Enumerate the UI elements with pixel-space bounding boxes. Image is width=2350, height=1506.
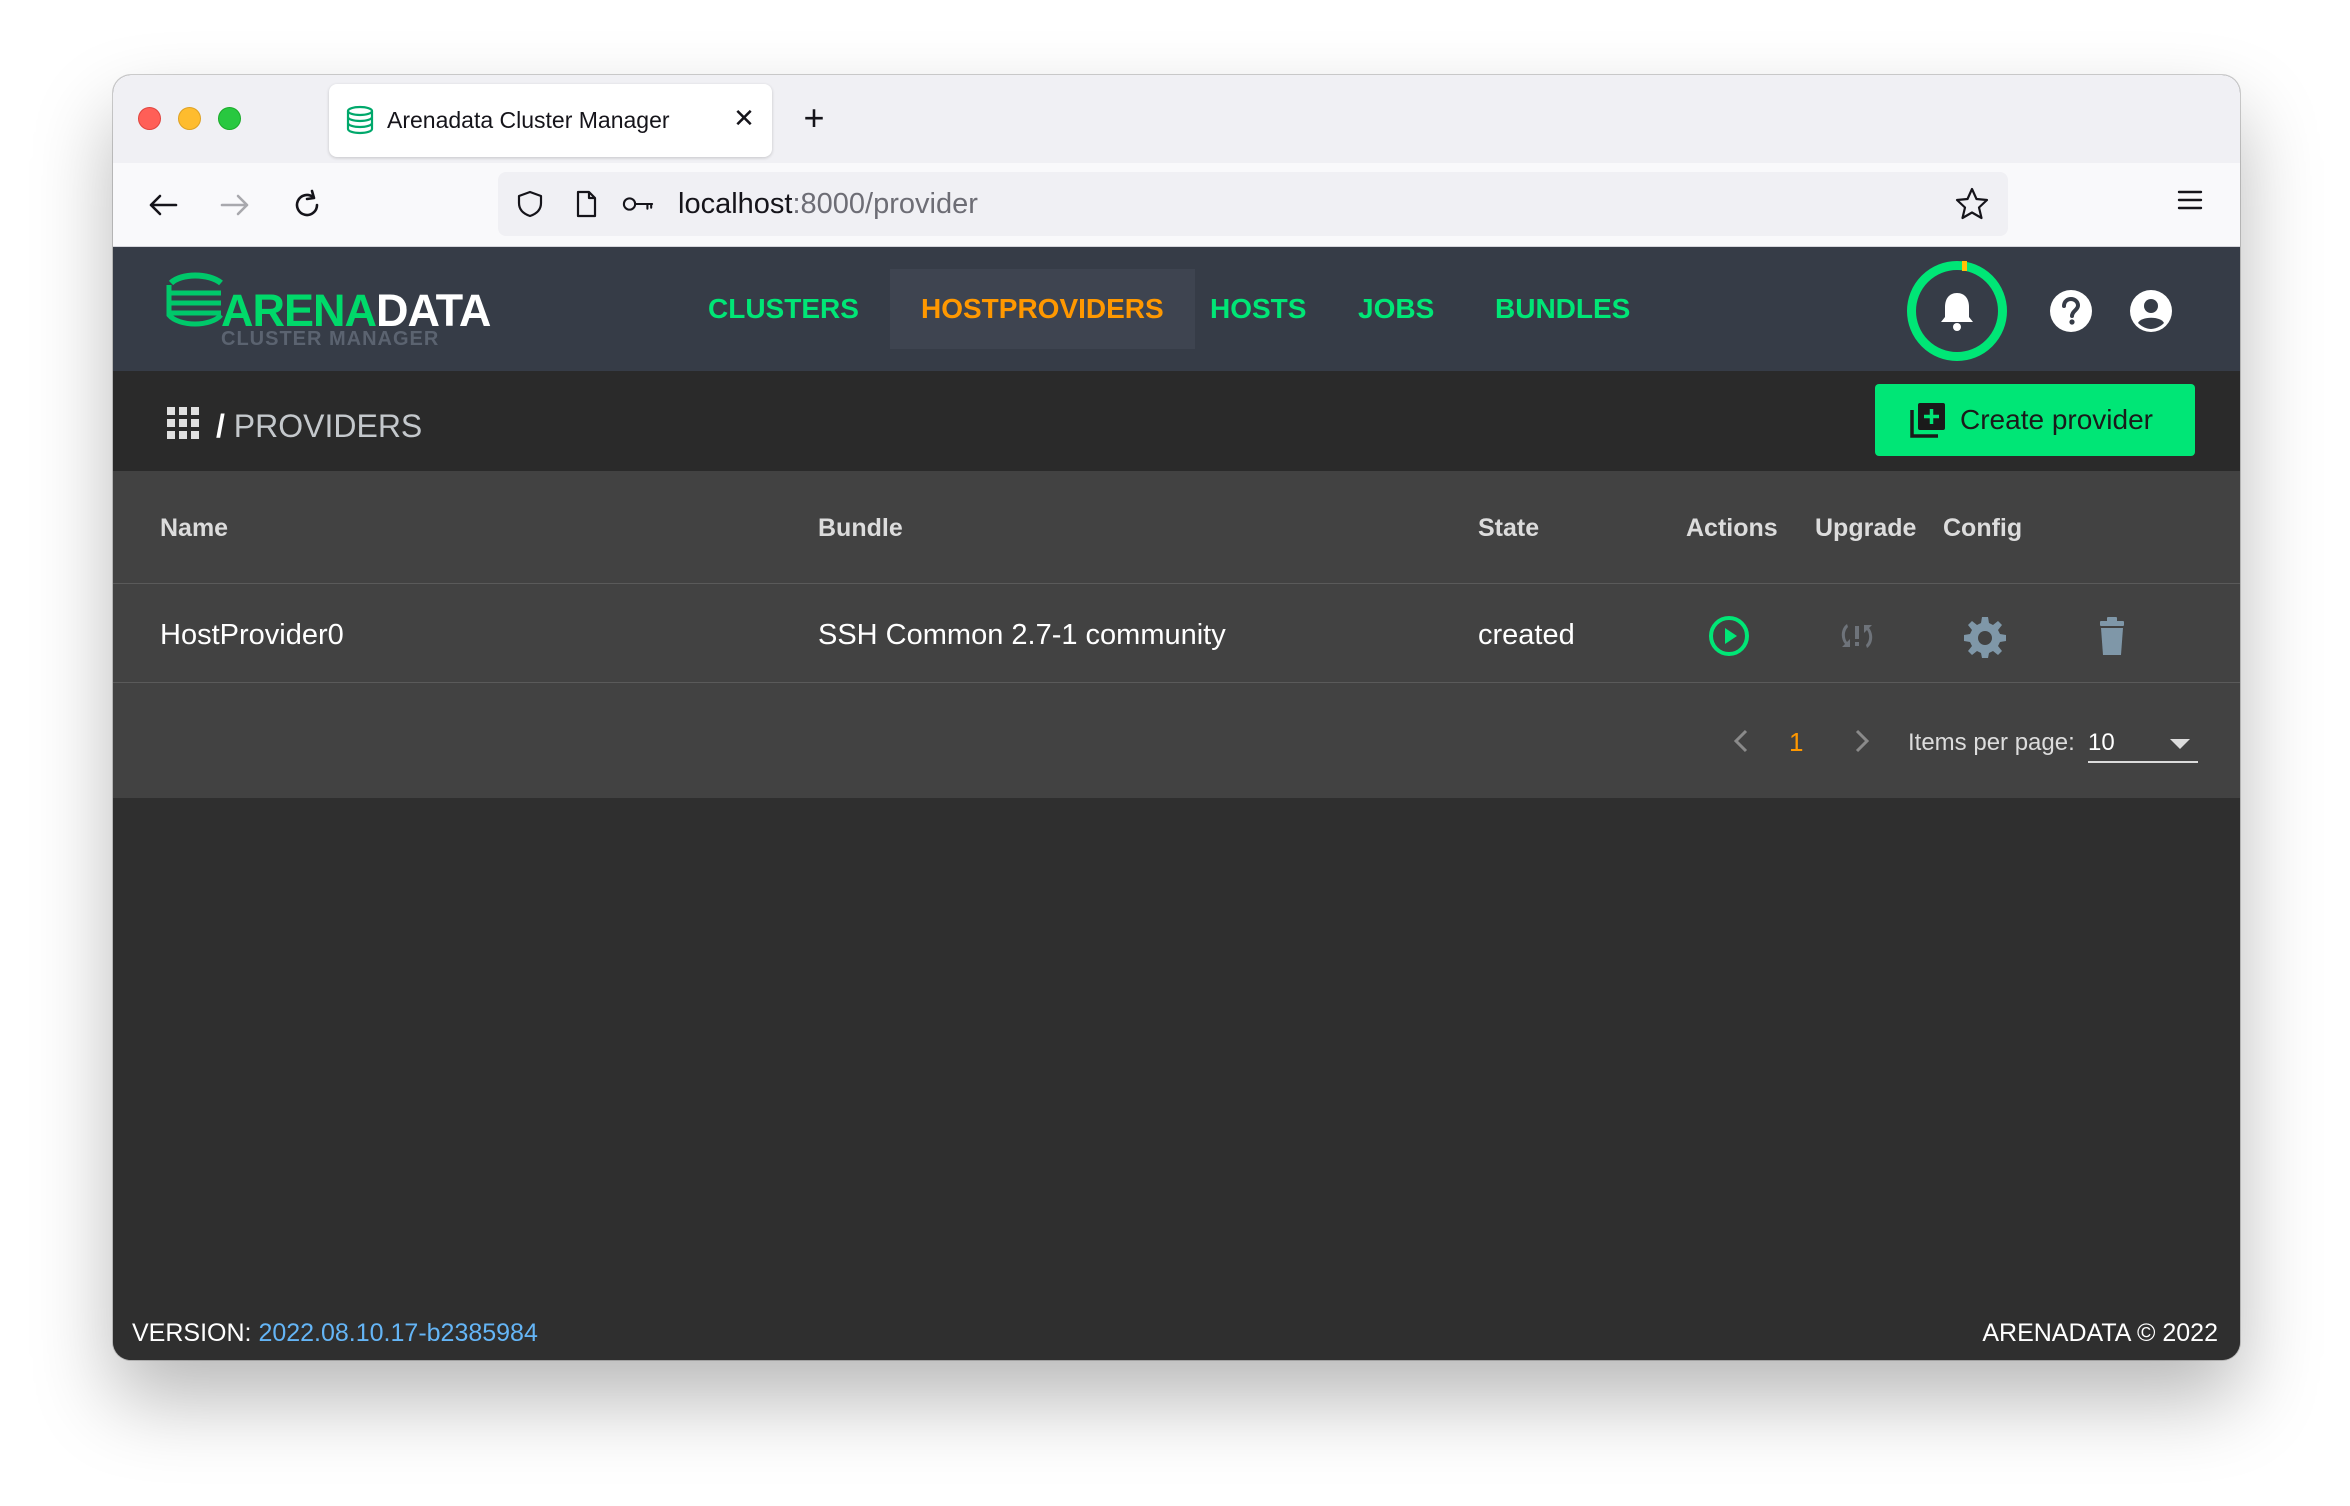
arenadata-logo[interactable]: ARENADATA CLUSTER MANAGER xyxy=(165,267,515,357)
create-provider-label: Create provider xyxy=(1960,404,2153,435)
nav-clusters[interactable]: CLUSTERS xyxy=(677,269,890,349)
copyright: ARENADATA © 2022 xyxy=(1982,1319,2218,1347)
tab-close-icon[interactable]: ✕ xyxy=(727,101,761,135)
dropdown-caret-icon xyxy=(2170,739,2190,749)
library-add-icon xyxy=(1910,403,1945,438)
browser-toolbar: localhost:8000/provider xyxy=(113,163,2240,247)
delete-trash-icon[interactable] xyxy=(2090,614,2134,658)
back-arrow-icon[interactable] xyxy=(141,183,185,227)
reload-icon[interactable] xyxy=(285,183,329,227)
hamburger-menu-icon[interactable] xyxy=(2175,185,2205,220)
browser-tab-active[interactable]: Arenadata Cluster Manager ✕ xyxy=(329,84,772,157)
notifications-button[interactable] xyxy=(1907,261,2007,361)
new-tab-button[interactable]: + xyxy=(796,100,832,136)
maximize-window-button[interactable] xyxy=(218,107,241,130)
cell-bundle: SSH Common 2.7-1 community xyxy=(818,619,1226,651)
settings-gear-icon[interactable] xyxy=(1963,614,2007,658)
arenadata-logo-icon xyxy=(166,272,223,327)
tab-strip: Arenadata Cluster Manager ✕ + xyxy=(113,75,2240,163)
version-label: VERSION: xyxy=(132,1319,252,1347)
providers-table: Name Bundle State Actions Upgrade Config… xyxy=(113,471,2240,798)
version-link[interactable]: 2022.08.10.17-b2385984 xyxy=(258,1319,537,1347)
cell-state: created xyxy=(1478,619,1575,651)
url-path: :8000/provider xyxy=(792,188,978,220)
nav-jobs[interactable]: JOBS xyxy=(1327,269,1465,349)
browser-window: Arenadata Cluster Manager ✕ + localhost:… xyxy=(113,75,2240,1360)
page-title: PROVIDERS xyxy=(233,408,423,444)
items-per-page-label: Items per page: xyxy=(1908,729,2075,756)
items-per-page-select[interactable]: 10 xyxy=(2088,723,2198,763)
bell-icon xyxy=(1941,293,1973,331)
page-info-icon[interactable] xyxy=(570,188,602,220)
create-provider-button[interactable]: Create provider xyxy=(1875,384,2195,456)
app-header: ARENADATA CLUSTER MANAGER CLUSTERS HOSTP… xyxy=(113,247,2240,371)
arenadata-favicon-icon xyxy=(344,104,376,136)
play-circle-icon[interactable] xyxy=(1707,614,1751,658)
apps-grid-icon[interactable] xyxy=(166,406,200,440)
column-header-state[interactable]: State xyxy=(1478,514,1539,543)
chevron-left-icon[interactable] xyxy=(1727,726,1757,756)
breadcrumb-separator: / xyxy=(216,408,225,444)
key-icon[interactable] xyxy=(622,188,654,220)
column-header-name[interactable]: Name xyxy=(160,514,228,543)
close-window-button[interactable] xyxy=(138,107,161,130)
address-bar[interactable]: localhost:8000/provider xyxy=(498,172,2008,236)
cell-name[interactable]: HostProvider0 xyxy=(160,619,344,652)
items-per-page-value: 10 xyxy=(2088,729,2115,756)
forward-arrow-icon[interactable] xyxy=(213,183,257,227)
pagination-bar: 1 Items per page: 10 xyxy=(113,683,2240,798)
tab-title: Arenadata Cluster Manager xyxy=(387,107,670,133)
table-header-row: Name Bundle State Actions Upgrade Config xyxy=(113,471,2240,584)
column-header-bundle[interactable]: Bundle xyxy=(818,514,903,543)
nav-hostproviders[interactable]: HOSTPROVIDERS xyxy=(890,269,1195,349)
account-circle-icon[interactable] xyxy=(2129,289,2173,333)
bookmark-star-icon[interactable] xyxy=(1954,186,1990,227)
version-info: VERSION: 2022.08.10.17-b2385984 xyxy=(132,1319,538,1348)
table-row[interactable]: HostProvider0 SSH Common 2.7-1 community… xyxy=(113,584,2240,683)
shield-icon[interactable] xyxy=(514,188,546,220)
upgrade-sync-problem-icon[interactable] xyxy=(1835,614,1879,658)
nav-hosts[interactable]: HOSTS xyxy=(1179,269,1337,349)
column-header-upgrade: Upgrade xyxy=(1815,514,1917,542)
desktop-background: Arenadata Cluster Manager ✕ + localhost:… xyxy=(0,0,2350,1506)
nav-bundles[interactable]: BUNDLES xyxy=(1464,269,1661,349)
page-number[interactable]: 1 xyxy=(1789,727,1803,758)
url-text[interactable]: localhost:8000/provider xyxy=(678,188,978,221)
help-icon[interactable] xyxy=(2049,289,2093,333)
empty-content-area xyxy=(113,798,2240,1360)
breadcrumb-bar: / PROVIDERS Create provider xyxy=(113,371,2240,471)
column-header-actions: Actions xyxy=(1686,514,1778,542)
column-header-config: Config xyxy=(1943,514,2023,542)
breadcrumb: / PROVIDERS xyxy=(216,408,422,445)
minimize-window-button[interactable] xyxy=(178,107,201,130)
chevron-right-icon[interactable] xyxy=(1846,726,1876,756)
logo-subtitle: CLUSTER MANAGER xyxy=(221,328,440,350)
url-host: localhost xyxy=(678,188,793,220)
